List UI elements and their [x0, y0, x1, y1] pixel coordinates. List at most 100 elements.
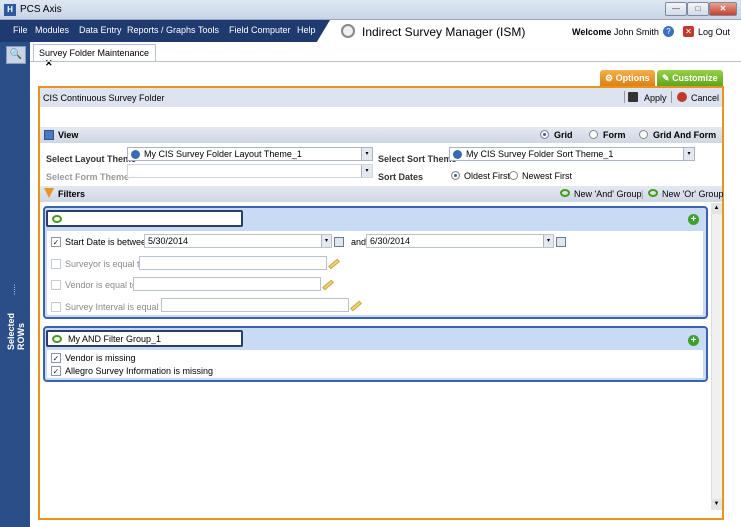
form-radio[interactable]: [589, 130, 598, 139]
new-and-group-button[interactable]: New 'And' Group: [574, 189, 641, 199]
theme-icon: [453, 150, 462, 159]
newest-first-radio[interactable]: [509, 171, 518, 180]
vendor-missing-checkbox[interactable]: ✓: [51, 353, 61, 363]
selected-rows-toggle[interactable]: Selected ROWs: [6, 300, 26, 350]
grid-mode-label[interactable]: Grid: [554, 130, 573, 140]
start-date-to-value: 6/30/2014: [370, 236, 411, 246]
surveyor-input[interactable]: [139, 256, 327, 270]
grid-and-form-radio[interactable]: [639, 130, 648, 139]
theme-icon: [131, 150, 140, 159]
logout-link[interactable]: Log Out: [698, 27, 730, 37]
select-form-theme-label: Select Form Theme: [46, 172, 130, 182]
sidebar-grip[interactable]: .....: [12, 284, 21, 295]
scroll-up-arrow-icon[interactable]: ▲: [711, 203, 722, 214]
start-date-checkbox[interactable]: ✓: [51, 237, 61, 247]
customize-label: Customize: [672, 73, 718, 83]
title-bar: [0, 0, 741, 20]
form-theme-select[interactable]: ▾: [127, 164, 373, 178]
vendor-checkbox[interactable]: [51, 280, 61, 290]
oldest-first-radio[interactable]: [451, 171, 460, 180]
chevron-down-icon[interactable]: ▾: [361, 148, 372, 160]
calendar-icon[interactable]: [556, 237, 566, 247]
menu-modules[interactable]: Modules: [35, 25, 69, 35]
module-title: Indirect Survey Manager (ISM): [362, 25, 526, 39]
apply-button[interactable]: Apply: [644, 93, 667, 103]
menu-help[interactable]: Help: [297, 25, 316, 35]
new-or-group-button[interactable]: New 'Or' Group: [662, 189, 723, 199]
menu-file[interactable]: File: [13, 25, 28, 35]
and-group-icon: [52, 215, 62, 223]
survey-interval-input[interactable]: [161, 298, 349, 312]
grid-view-icon: [44, 130, 54, 140]
maximize-button[interactable]: □: [687, 2, 709, 16]
grid-radio[interactable]: [540, 130, 549, 139]
add-filter-icon[interactable]: +: [688, 214, 699, 225]
sort-theme-value: My CIS Survey Folder Sort Theme_1: [466, 149, 614, 159]
and-group-icon[interactable]: [560, 189, 570, 197]
cancel-button[interactable]: Cancel: [691, 93, 719, 103]
survey-interval-checkbox[interactable]: [51, 302, 61, 312]
grid-and-form-label[interactable]: Grid And Form: [653, 130, 716, 140]
options-button[interactable]: ⚙ Options: [600, 70, 655, 86]
tab-survey-folder-maintenance[interactable]: Survey Folder Maintenance ✕: [33, 44, 156, 68]
welcome-text: Welcome John Smith: [572, 27, 659, 37]
sort-theme-select[interactable]: My CIS Survey Folder Sort Theme_1 ▾: [449, 147, 695, 161]
start-date-to-input[interactable]: 6/30/2014 ▾: [366, 234, 554, 248]
funnel-icon: [44, 188, 54, 198]
view-label: View: [58, 130, 79, 140]
select-layout-theme-label: Select Layout Theme: [46, 154, 137, 164]
and-group-icon: [52, 335, 62, 343]
cancel-icon[interactable]: [677, 92, 687, 102]
menu-reports-graphs[interactable]: Reports / Graphs: [127, 25, 196, 35]
gear-icon: ⚙: [605, 73, 614, 83]
minimize-button[interactable]: —: [665, 2, 687, 16]
vertical-scrollbar[interactable]: [711, 203, 722, 510]
form-mode-label[interactable]: Form: [603, 130, 626, 140]
group-name-input[interactable]: My AND Filter Group_1: [46, 330, 243, 347]
options-label: Options: [615, 73, 650, 83]
vendor-label: Vendor is equal to: [65, 280, 138, 290]
vendor-input[interactable]: [133, 277, 321, 291]
chevron-down-icon[interactable]: ▾: [361, 165, 372, 177]
layout-theme-value: My CIS Survey Folder Layout Theme_1: [144, 149, 302, 159]
menu-data-entry[interactable]: Data Entry: [79, 25, 122, 35]
allegro-missing-label: Allegro Survey Information is missing: [65, 366, 214, 376]
scroll-down-arrow-icon[interactable]: ▼: [711, 499, 722, 510]
ism-logo-icon: [341, 24, 355, 38]
chevron-down-icon[interactable]: ▾: [543, 235, 553, 247]
oldest-first-label[interactable]: Oldest First: [464, 171, 510, 181]
chevron-down-icon[interactable]: ▾: [321, 235, 331, 247]
menu-field-computer[interactable]: Field Computer: [229, 25, 291, 35]
newest-first-label[interactable]: Newest First: [522, 171, 572, 181]
divider: [671, 91, 672, 103]
start-date-label: Start Date is between: [65, 237, 152, 247]
filters-label: Filters: [58, 189, 86, 199]
save-icon[interactable]: [628, 92, 638, 102]
help-icon[interactable]: ?: [663, 26, 674, 37]
tab-label: Survey Folder Maintenance: [39, 48, 150, 58]
surveyor-checkbox[interactable]: [51, 259, 61, 269]
tab-close-icon[interactable]: ✕: [45, 58, 53, 68]
menu-tools[interactable]: Tools: [198, 25, 219, 35]
add-filter-icon[interactable]: +: [688, 335, 699, 346]
close-window-button[interactable]: ✕: [709, 2, 737, 16]
user-name: John Smith: [613, 27, 659, 37]
start-date-from-input[interactable]: 5/30/2014 ▾: [144, 234, 332, 248]
welcome-label: Welcome: [572, 27, 612, 37]
surveyor-label: Surveyor is equal to: [65, 259, 145, 269]
customize-button[interactable]: ✎ Customize: [657, 70, 723, 86]
logout-icon[interactable]: ✕: [683, 26, 694, 37]
app-icon: H: [4, 4, 16, 16]
group-name-input[interactable]: [46, 210, 243, 227]
allegro-missing-checkbox[interactable]: ✓: [51, 366, 61, 376]
and-label: and: [351, 237, 367, 247]
calendar-icon[interactable]: [334, 237, 344, 247]
layout-theme-select[interactable]: My CIS Survey Folder Layout Theme_1 ▾: [127, 147, 373, 161]
search-icon[interactable]: 🔍: [6, 46, 26, 64]
divider: [624, 91, 625, 103]
wrench-icon: ✎: [662, 73, 670, 83]
group-name-value: My AND Filter Group_1: [68, 334, 162, 344]
chevron-down-icon[interactable]: ▾: [683, 148, 694, 160]
or-group-icon[interactable]: [648, 189, 658, 197]
survey-interval-label: Survey Interval is equal to: [65, 302, 169, 312]
